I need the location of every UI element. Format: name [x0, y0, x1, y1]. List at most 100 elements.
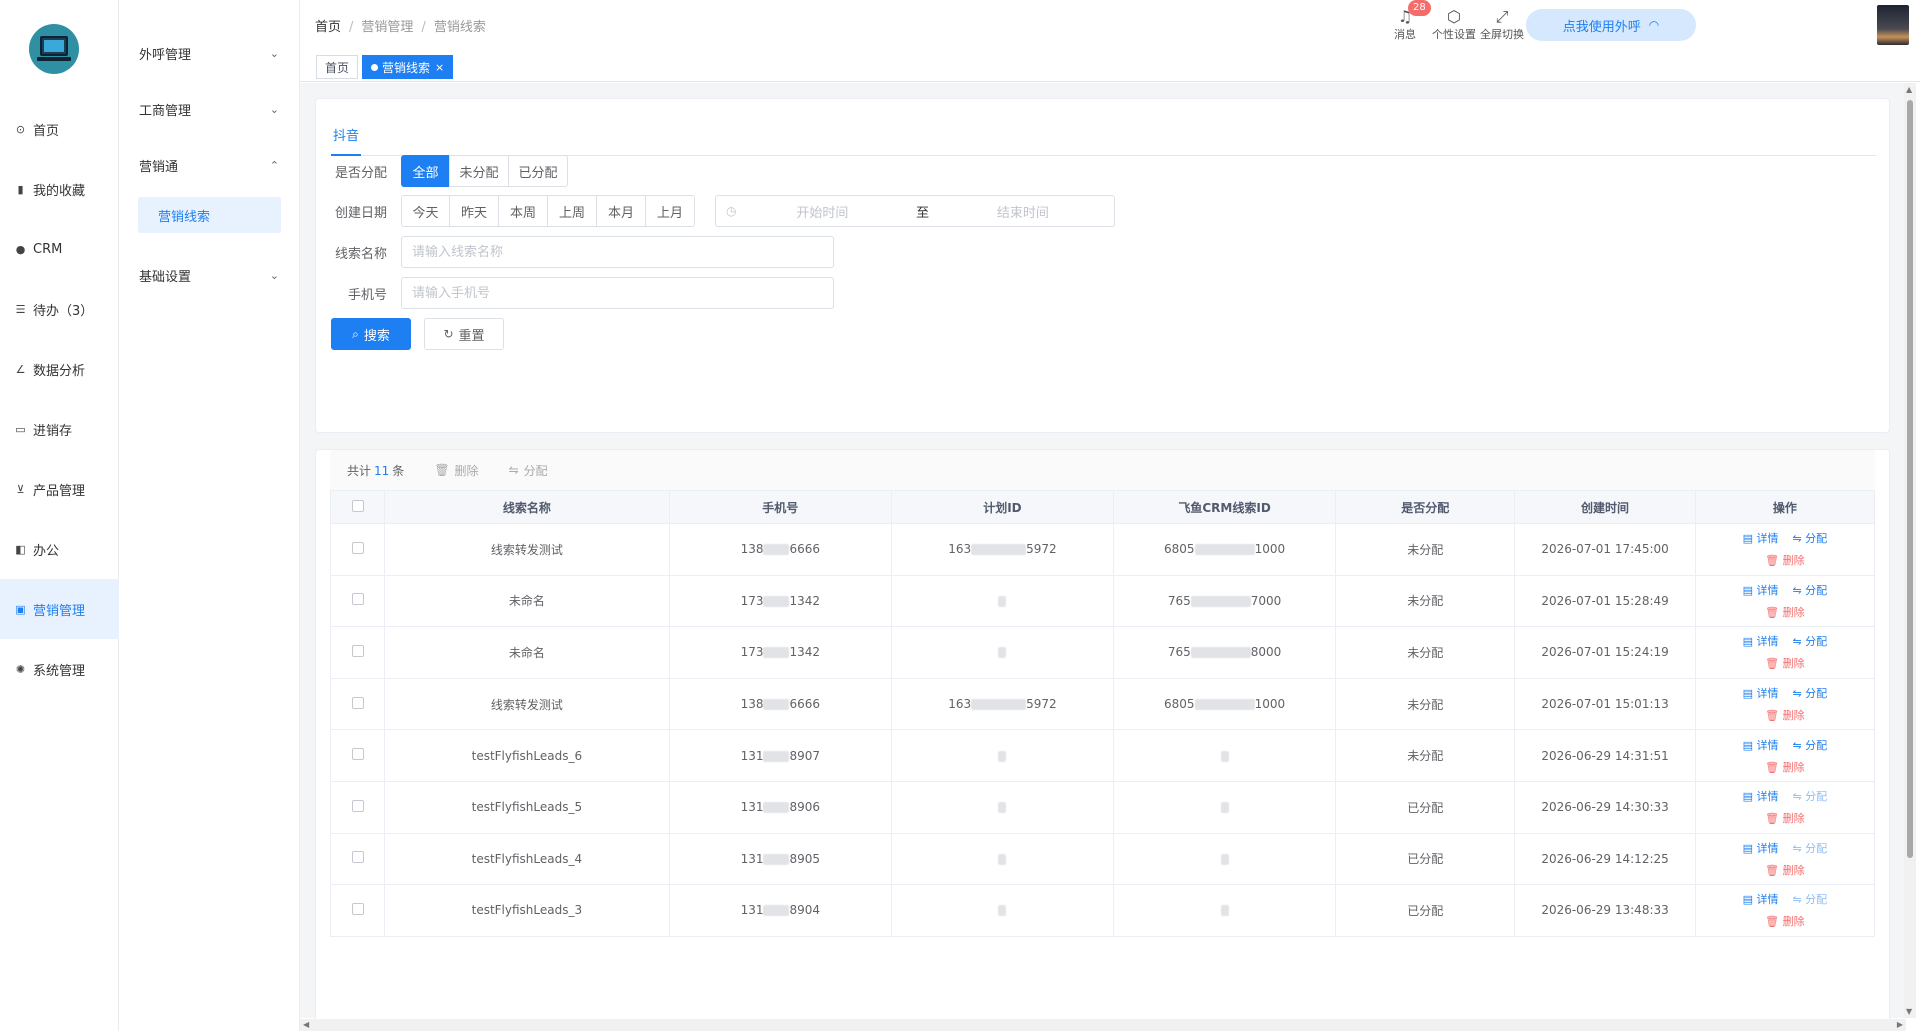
- status-badge: 已分配: [1335, 832, 1516, 886]
- detail-button[interactable]: ▤ 详情: [1743, 530, 1779, 546]
- fullscreen-toggle-button[interactable]: ⤢ 全屏切换: [1480, 8, 1524, 42]
- tab-marketing-leads[interactable]: 营销线索 ×: [362, 55, 454, 79]
- breadcrumb-marketing[interactable]: 营销管理: [361, 20, 413, 35]
- cell-crm-lead-id: [1113, 780, 1337, 834]
- delete-button[interactable]: 🗑 删除: [1765, 655, 1804, 671]
- assign-unassigned-button[interactable]: 未分配: [449, 155, 509, 187]
- nav-item-2[interactable]: ● CRM: [0, 219, 119, 279]
- avatar[interactable]: [1877, 5, 1909, 45]
- nav-item-7[interactable]: ◧ 办公: [0, 519, 119, 579]
- row-checkbox[interactable]: [351, 644, 364, 657]
- date-this-month-button[interactable]: 本月: [596, 195, 646, 227]
- redacted-mark: [1194, 699, 1255, 711]
- assign-button[interactable]: ⇋ 分配: [1792, 737, 1827, 753]
- table-row[interactable]: testFlyfishLeads_6 131 8907 未分配 2026-06-29 1…: [330, 729, 1876, 782]
- nav-item-1[interactable]: ▮ 我的收藏: [0, 159, 119, 219]
- cell-lead-name: 未命名: [384, 574, 670, 628]
- detail-button[interactable]: ▤ 详情: [1743, 840, 1779, 856]
- delete-button[interactable]: 🗑 删除: [1765, 552, 1804, 568]
- cell-lead-name: 线索转发测试: [384, 677, 670, 731]
- col-assigned: 是否分配: [1335, 490, 1516, 524]
- table-row[interactable]: testFlyfishLeads_3 131 8904 已分配 2026-06-29 1…: [330, 884, 1876, 937]
- assign-all-button[interactable]: 全部: [401, 155, 450, 187]
- headset-icon: ◠: [1648, 18, 1660, 32]
- assign-button[interactable]: ⇋ 分配: [1792, 788, 1827, 804]
- vertical-scrollbar[interactable]: ▲ ▼: [1904, 83, 1916, 1018]
- row-checkbox[interactable]: [351, 851, 364, 864]
- row-checkbox[interactable]: [351, 902, 364, 915]
- reset-button[interactable]: ↻ 重置: [424, 318, 504, 350]
- tab-home[interactable]: 首页: [316, 55, 359, 79]
- date-last-month-button[interactable]: 上月: [645, 195, 695, 227]
- transfer-icon: ⇋: [1792, 790, 1806, 804]
- detail-button[interactable]: ▤ 详情: [1743, 685, 1779, 701]
- top-header: 首页 / 营销管理 / 营销线索 点我使用外呼 ◠ ♫ 28 消息 ⬡ 个性设置 ⤢ 全屏…: [300, 0, 1920, 50]
- breadcrumb-home[interactable]: 首页: [315, 20, 341, 35]
- assign-button[interactable]: ⇋ 分配: [1792, 633, 1827, 649]
- delete-button[interactable]: 🗑 删除: [1765, 759, 1804, 775]
- row-checkbox[interactable]: [351, 748, 364, 761]
- nav-item-4[interactable]: ∠ 数据分析: [0, 339, 119, 399]
- subnav-outbound-call[interactable]: 外呼管理 ⌄: [120, 25, 299, 81]
- delete-button[interactable]: 🗑 删除: [1765, 707, 1804, 723]
- app-logo[interactable]: [29, 24, 79, 74]
- subnav-basic-settings[interactable]: 基础设置 ⌄: [120, 247, 299, 303]
- table-row[interactable]: testFlyfishLeads_5 131 8906 已分配 2026-06-29 1…: [330, 780, 1876, 834]
- assign-button[interactable]: ⇋ 分配: [1792, 582, 1827, 598]
- subnav-marketing[interactable]: 营销通 ⌃: [120, 137, 299, 193]
- detail-button[interactable]: ▤ 详情: [1743, 788, 1779, 804]
- row-checkbox[interactable]: [351, 799, 364, 812]
- tab-douyin[interactable]: 抖音: [331, 126, 361, 156]
- nav-item-6[interactable]: ⊻ 产品管理: [0, 459, 119, 519]
- subnav-marketing-leads[interactable]: 营销线索: [138, 197, 281, 233]
- detail-button[interactable]: ▤ 详情: [1743, 737, 1779, 753]
- personal-settings-button[interactable]: ⬡ 个性设置: [1432, 8, 1476, 42]
- detail-button[interactable]: ▤ 详情: [1743, 891, 1779, 907]
- cell-plan-id: [890, 626, 1115, 679]
- row-checkbox[interactable]: [351, 593, 364, 606]
- redacted-mark: [763, 802, 790, 814]
- delete-button[interactable]: 🗑 删除: [1765, 604, 1804, 620]
- table-row[interactable]: 线索转发测试 138 6666 163 5972 6805 1000 未分配 2026-07-0…: [330, 523, 1876, 576]
- nav-item-9[interactable]: ✺ 系统管理: [0, 639, 119, 699]
- horizontal-scrollbar[interactable]: ◀ ▶: [300, 1019, 1906, 1031]
- notification-button[interactable]: ♫ 28 消息: [1394, 0, 1431, 42]
- end-time-placeholder[interactable]: 结束时间: [942, 202, 1104, 221]
- start-time-placeholder[interactable]: 开始时间: [741, 202, 903, 221]
- assign-button[interactable]: ⇋ 分配: [1792, 530, 1827, 546]
- row-checkbox[interactable]: [351, 541, 364, 554]
- date-last-week-button[interactable]: 上周: [547, 195, 597, 227]
- table-row[interactable]: testFlyfishLeads_4 131 8905 已分配 2026-06-29 1…: [330, 832, 1876, 886]
- table-row[interactable]: 未命名 173 1342 765 8000 未分配 2026-07-01 15:24:19 ▤…: [330, 626, 1876, 679]
- detail-button[interactable]: ▤ 详情: [1743, 582, 1779, 598]
- date-today-button[interactable]: 今天: [401, 195, 450, 227]
- close-icon[interactable]: ×: [435, 61, 444, 74]
- nav-item-5[interactable]: ▭ 进销存: [0, 399, 119, 459]
- assign-button[interactable]: ⇋ 分配: [1792, 891, 1827, 907]
- phone-input[interactable]: [401, 277, 834, 309]
- assign-assigned-button[interactable]: 已分配: [508, 155, 568, 187]
- search-button[interactable]: ⌕ 搜索: [331, 318, 411, 350]
- row-checkbox[interactable]: [351, 696, 364, 709]
- batch-delete-button[interactable]: 🗑 删除: [434, 462, 478, 479]
- detail-button[interactable]: ▤ 详情: [1743, 633, 1779, 649]
- date-range-picker[interactable]: ◷ 开始时间 至 结束时间: [715, 195, 1115, 227]
- select-all-checkbox[interactable]: [351, 499, 364, 512]
- delete-button[interactable]: 🗑 删除: [1765, 913, 1804, 929]
- date-yesterday-button[interactable]: 昨天: [449, 195, 499, 227]
- date-this-week-button[interactable]: 本周: [498, 195, 548, 227]
- table-row[interactable]: 未命名 173 1342 765 7000 未分配 2026-07-01 15:28:49 ▤…: [330, 574, 1876, 628]
- outbound-call-button[interactable]: 点我使用外呼 ◠: [1526, 9, 1696, 41]
- nav-item-0[interactable]: ⊙ 首页: [0, 99, 119, 159]
- lead-name-input[interactable]: [401, 236, 834, 268]
- delete-button[interactable]: 🗑 删除: [1765, 862, 1804, 878]
- assign-button[interactable]: ⇋ 分配: [1792, 685, 1827, 701]
- table-row[interactable]: 线索转发测试 138 6666 163 5972 6805 1000 未分配 2026-07-0…: [330, 677, 1876, 731]
- cell-crm-lead-id: [1113, 884, 1337, 937]
- batch-assign-button[interactable]: ⇋ 分配: [509, 462, 548, 479]
- assign-button[interactable]: ⇋ 分配: [1792, 840, 1827, 856]
- subnav-business[interactable]: 工商管理 ⌄: [120, 81, 299, 137]
- delete-button[interactable]: 🗑 删除: [1765, 810, 1804, 826]
- nav-item-3[interactable]: ☰ 待办（3）: [0, 279, 119, 339]
- nav-item-8[interactable]: ▣ 营销管理: [0, 579, 119, 639]
